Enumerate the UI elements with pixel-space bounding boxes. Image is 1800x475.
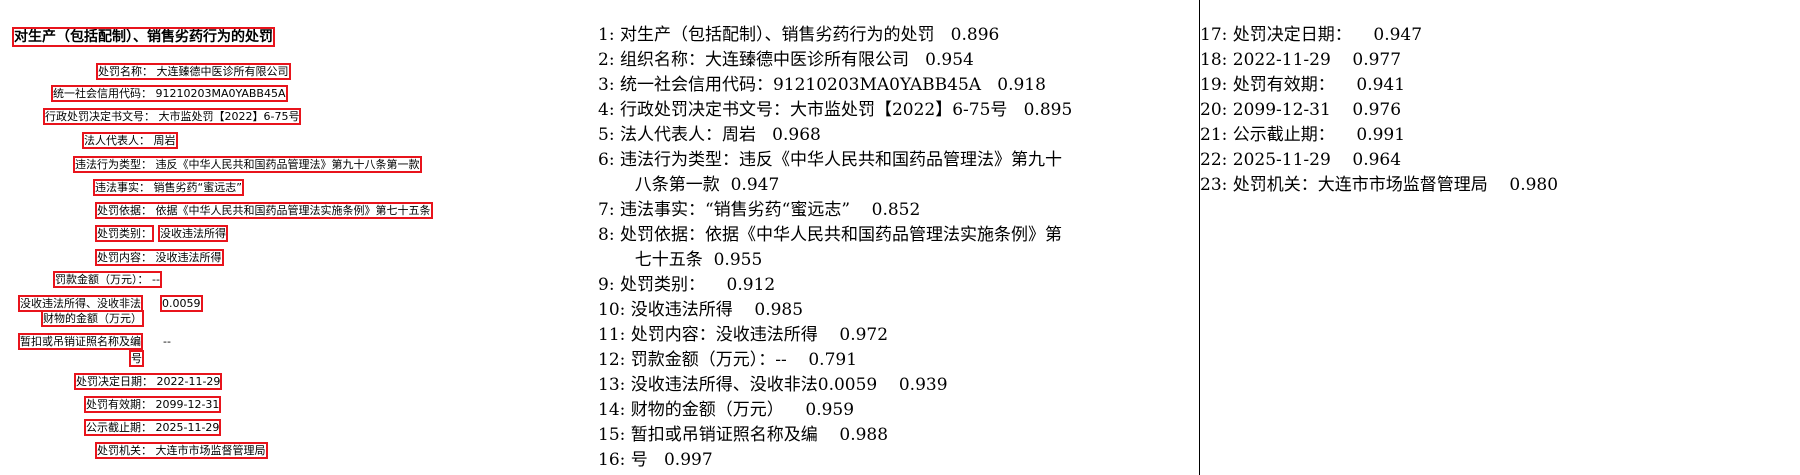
result-line: 22: 2025-11-29 0.964 [1200, 150, 1402, 170]
detection-violation-facts: 违法事实： 销售劣药“蜜远志” [93, 179, 244, 196]
result-line: 7: 违法事实：“销售劣药“蜜远志” 0.852 [598, 200, 921, 220]
detection-penalty-basis: 处罚依据： 依据《中华人民共和国药品管理法实施条例》第七十五条 [95, 202, 433, 219]
detection-org-name: 处罚名称： 大连臻德中医诊所有限公司 [96, 63, 291, 80]
detection-license-value: -- [163, 335, 171, 348]
result-line: 13: 没收违法所得、没收非法0.0059 0.939 [598, 375, 948, 395]
result-line: 14: 财物的金额（万元） 0.959 [598, 400, 855, 420]
detection-penalty-content: 处罚内容： 没收违法所得 [95, 249, 224, 266]
result-line: 10: 没收违法所得 0.985 [598, 300, 804, 320]
detection-confiscation-label: 没收违法所得、没收非法 [18, 295, 143, 312]
result-line: 9: 处罚类别： 0.912 [598, 275, 776, 295]
detection-authority: 处罚机关： 大连市市场监督管理局 [95, 442, 268, 459]
result-line: 4: 行政处罚决定书文号：大市监处罚【2022】6-75号 0.895 [598, 100, 1073, 120]
detection-title: 对生产（包括配制）、销售劣药行为的处罚 [12, 27, 275, 47]
detection-valid-until: 处罚有效期： 2099-12-31 [83, 396, 222, 413]
result-line-continuation: 八条第一款 0.947 [624, 175, 780, 195]
detection-decision-no: 行政处罚决定书文号： 大市监处罚【2022】6-75号 [42, 108, 302, 125]
detection-license-number: 号 [129, 350, 144, 367]
result-line: 19: 处罚有效期： 0.941 [1200, 75, 1406, 95]
result-line: 23: 处罚机关：大连市市场监督管理局 0.980 [1200, 175, 1559, 195]
result-line: 11: 处罚内容：没收违法所得 0.972 [598, 325, 889, 345]
detection-decision-date: 处罚决定日期： 2022-11-29 [73, 373, 223, 390]
result-line: 5: 法人代表人：周岩 0.968 [598, 125, 821, 145]
detection-credit-code: 统一社会信用代码： 91210203MA0YABB45A [51, 85, 288, 102]
detection-violation-type: 违法行为类型： 违反《中华人民共和国药品管理法》第九十八条第一款 [73, 156, 422, 173]
detection-legal-rep: 法人代表人： 周岩 [82, 132, 178, 149]
result-line: 1: 对生产（包括配制）、销售劣药行为的处罚 0.896 [598, 25, 1000, 45]
detection-confiscation-value: 0.0059 [160, 295, 203, 312]
result-line: 12: 罚款金额（万元）：-- 0.791 [598, 350, 858, 370]
result-line: 8: 处罚依据：依据《中华人民共和国药品管理法实施条例》第 [598, 225, 1062, 245]
result-line: 18: 2022-11-29 0.977 [1200, 50, 1402, 70]
result-line: 16: 号 0.997 [598, 450, 713, 470]
ocr-results-column-2: 17: 处罚决定日期： 0.947 18: 2022-11-29 0.977 1… [1200, 23, 1780, 198]
result-line: 2: 组织名称：大连臻德中医诊所有限公司 0.954 [598, 50, 974, 70]
detection-publish-deadline: 公示截止期： 2025-11-29 [83, 419, 222, 436]
result-line: 3: 统一社会信用代码：91210203MA0YABB45A 0.918 [598, 75, 1046, 95]
detection-license-name: 暂扣或吊销证照名称及编 [18, 333, 143, 350]
ocr-results-column-1: 1: 对生产（包括配制）、销售劣药行为的处罚 0.896 2: 组织名称：大连臻… [598, 23, 1158, 473]
detection-property-amount: 财物的金额（万元） [41, 310, 144, 327]
result-line: 15: 暂扣或吊销证照名称及编 0.988 [598, 425, 889, 445]
ocr-detection-image: 对生产（包括配制）、销售劣药行为的处罚 处罚名称： 大连臻德中医诊所有限公司 统… [0, 0, 580, 475]
result-line-continuation: 七十五条 0.955 [624, 250, 763, 270]
result-line: 17: 处罚决定日期： 0.947 [1200, 25, 1423, 45]
detection-penalty-category-value: 没收违法所得 [158, 225, 228, 242]
result-line: 21: 公示截止期： 0.991 [1200, 125, 1406, 145]
result-line: 6: 违法行为类型：违反《中华人民共和国药品管理法》第九十 [598, 150, 1062, 170]
result-line: 20: 2099-12-31 0.976 [1200, 100, 1402, 120]
detection-penalty-category-label: 处罚类别： [95, 225, 154, 242]
detection-fine-amount: 罚款金额（万元）： -- [53, 271, 162, 288]
